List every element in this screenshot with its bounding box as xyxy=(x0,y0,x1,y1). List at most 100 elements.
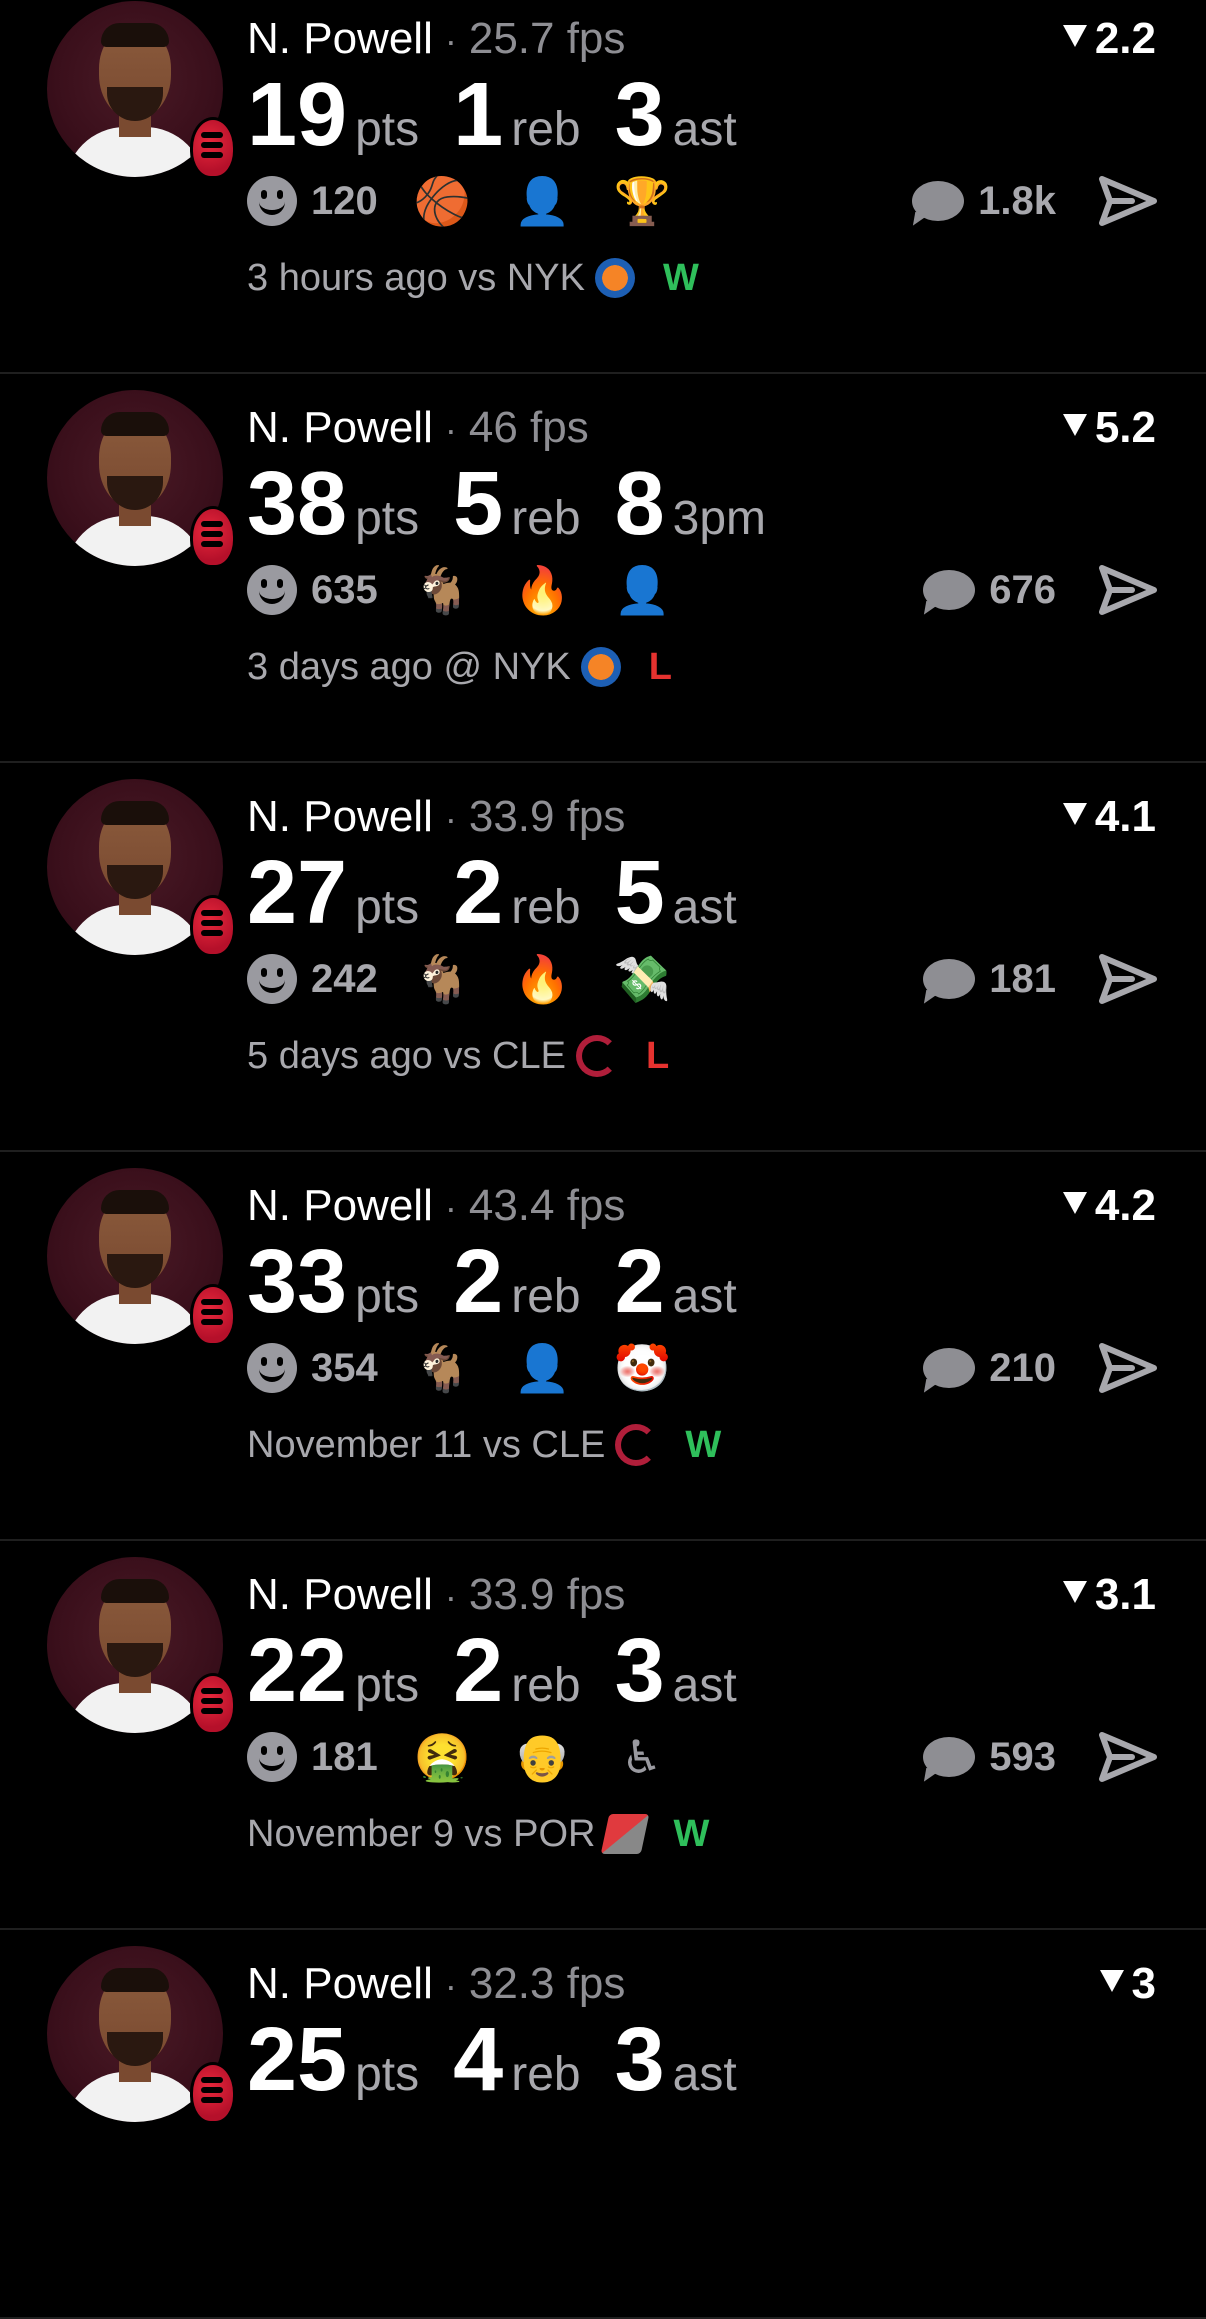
rating[interactable]: 2.2 xyxy=(1062,13,1156,65)
goat-icon[interactable]: 🐐 xyxy=(414,563,471,618)
stat-ast: 2 ast xyxy=(615,1232,737,1332)
stat-reb: 2 reb xyxy=(453,1232,580,1332)
stat-value: 3 xyxy=(614,1621,665,1721)
comments[interactable]: 210 xyxy=(923,1338,1056,1398)
fire-icon[interactable]: 🔥 xyxy=(514,563,571,618)
game-card[interactable]: N. Powell · 25.7 fps 2.2 19 pts 1 reb 3 ast 120… xyxy=(0,0,1206,374)
stat-pts: 27 pts xyxy=(247,843,419,943)
player-name[interactable]: N. Powell xyxy=(247,403,433,452)
smiley-icon[interactable] xyxy=(247,954,297,1004)
reaction-count: 120 xyxy=(311,178,378,223)
player-name[interactable]: N. Powell xyxy=(247,14,433,63)
game-time-opponent: 5 days ago vs CLE xyxy=(247,1035,566,1077)
rating-value: 5.2 xyxy=(1094,403,1156,452)
comments[interactable]: 676 xyxy=(923,560,1056,620)
heat-logo-icon xyxy=(190,895,236,957)
reactions[interactable]: 181 🤮 👴 ♿ xyxy=(247,1727,714,1787)
rating[interactable]: 4.2 xyxy=(1062,1180,1156,1232)
nets-player-icon[interactable]: 👤 xyxy=(514,1341,571,1396)
comments[interactable]: 181 xyxy=(923,949,1056,1009)
money-icon[interactable]: 💸 xyxy=(614,952,671,1007)
stat-reb: 2 reb xyxy=(453,1621,580,1721)
comments[interactable]: 593 xyxy=(923,1727,1056,1787)
rating-value: 2.2 xyxy=(1094,14,1156,63)
rating[interactable]: 4.1 xyxy=(1062,791,1156,843)
reactions[interactable]: 120 🏀 👤 🏆 xyxy=(247,171,714,231)
stat-value: 2 xyxy=(453,843,504,943)
share-icon[interactable] xyxy=(1098,564,1158,616)
face-icon[interactable]: 👤 xyxy=(614,563,671,618)
rating[interactable]: 5.2 xyxy=(1062,402,1156,454)
reactions[interactable]: 635 🐐 🔥 👤 xyxy=(247,560,714,620)
stat-line: 25 pts 4 reb 3 ast xyxy=(247,2010,771,2110)
dunk-icon[interactable]: 🏆 xyxy=(614,174,671,229)
share-icon[interactable] xyxy=(1098,953,1158,1005)
opponent-logo-icon xyxy=(575,1035,618,1077)
comment-count: 593 xyxy=(989,1734,1056,1779)
comment-count: 210 xyxy=(989,1345,1056,1390)
smiley-icon[interactable] xyxy=(247,565,297,615)
goat-icon[interactable]: 🐐 xyxy=(414,952,471,1007)
opponent-logo-icon xyxy=(594,258,635,298)
stat-value: 2 xyxy=(453,1232,504,1332)
stat-unit: ast xyxy=(672,881,737,934)
fire-icon[interactable]: 🔥 xyxy=(514,952,571,1007)
game-feed: N. Powell · 25.7 fps 2.2 19 pts 1 reb 3 ast 120… xyxy=(0,0,1206,2319)
game-result: W xyxy=(685,1424,722,1466)
stat-value: 33 xyxy=(247,1232,348,1332)
stat-unit: pts xyxy=(355,2048,420,2101)
game-card[interactable]: N. Powell · 46 fps 5.2 38 pts 5 reb 8 3pm 635 🐐… xyxy=(0,374,1206,763)
game-card[interactable]: N. Powell · 43.4 fps 4.2 33 pts 2 reb 2 ast 354… xyxy=(0,1152,1206,1541)
share-icon[interactable] xyxy=(1098,175,1158,227)
clown-icon[interactable]: 🤡 xyxy=(614,1341,671,1396)
smiley-icon[interactable] xyxy=(247,1732,297,1782)
basketball-hoop-icon[interactable]: 🏀 xyxy=(414,174,471,229)
separator-dot: · xyxy=(444,1576,457,1617)
comments[interactable]: 1.8k xyxy=(912,171,1056,231)
game-result: L xyxy=(648,646,672,688)
player-header: N. Powell · 43.4 fps xyxy=(247,1180,625,1234)
game-meta: 3 hours ago vs NYK W xyxy=(247,255,699,301)
separator-dot: · xyxy=(444,1965,457,2006)
player-name[interactable]: N. Powell xyxy=(247,1959,433,2008)
vomit-icon[interactable]: 🤮 xyxy=(414,1730,471,1785)
stat-pts: 22 pts xyxy=(247,1621,419,1721)
reactions[interactable]: 354 🐐 👤 🤡 xyxy=(247,1338,714,1398)
stat-pts: 38 pts xyxy=(247,454,419,554)
stat-value: 22 xyxy=(247,1621,348,1721)
fantasy-points: 33.9 fps xyxy=(468,792,626,841)
game-time-opponent: November 11 vs CLE xyxy=(247,1424,606,1466)
game-result: L xyxy=(645,1035,670,1077)
reactions[interactable]: 242 🐐 🔥 💸 xyxy=(247,949,714,1009)
share-icon[interactable] xyxy=(1098,1342,1158,1394)
stat-value: 1 xyxy=(453,65,504,165)
player-name[interactable]: N. Powell xyxy=(247,792,433,841)
player-name[interactable]: N. Powell xyxy=(247,1181,433,1230)
game-time-opponent: 3 days ago @ NYK xyxy=(247,646,571,688)
walker-icon[interactable]: 👴 xyxy=(514,1730,571,1785)
goat-icon[interactable]: 🐐 xyxy=(414,1341,471,1396)
wheelchair-icon[interactable]: ♿ xyxy=(614,1730,670,1784)
smiley-icon[interactable] xyxy=(247,1343,297,1393)
stat-line: 19 pts 1 reb 3 ast xyxy=(247,65,771,165)
fantasy-points: 46 fps xyxy=(468,403,589,452)
game-card[interactable]: N. Powell · 33.9 fps 4.1 27 pts 2 reb 5 ast 242… xyxy=(0,763,1206,1152)
share-icon[interactable] xyxy=(1098,1731,1158,1783)
stat-value: 19 xyxy=(247,65,348,165)
stat-unit: reb xyxy=(511,492,581,545)
stat-value: 3 xyxy=(614,65,665,165)
player-name[interactable]: N. Powell xyxy=(247,1570,433,1619)
game-card[interactable]: N. Powell · 32.3 fps 3 25 pts 4 reb 3 ast xyxy=(0,1930,1206,2319)
stat-value: 38 xyxy=(247,454,348,554)
game-result: W xyxy=(662,257,699,299)
nets-player-icon[interactable]: 👤 xyxy=(514,174,571,229)
stat-line: 33 pts 2 reb 2 ast xyxy=(247,1232,771,1332)
stat-unit: ast xyxy=(672,2048,737,2101)
stat-unit: reb xyxy=(511,103,581,156)
rating[interactable]: 3 xyxy=(1099,1958,1156,2010)
rating[interactable]: 3.1 xyxy=(1062,1569,1156,1621)
game-card[interactable]: N. Powell · 33.9 fps 3.1 22 pts 2 reb 3 ast 181… xyxy=(0,1541,1206,1930)
smiley-icon[interactable] xyxy=(247,176,297,226)
player-header: N. Powell · 46 fps xyxy=(247,402,589,456)
stat-line: 22 pts 2 reb 3 ast xyxy=(247,1621,771,1721)
